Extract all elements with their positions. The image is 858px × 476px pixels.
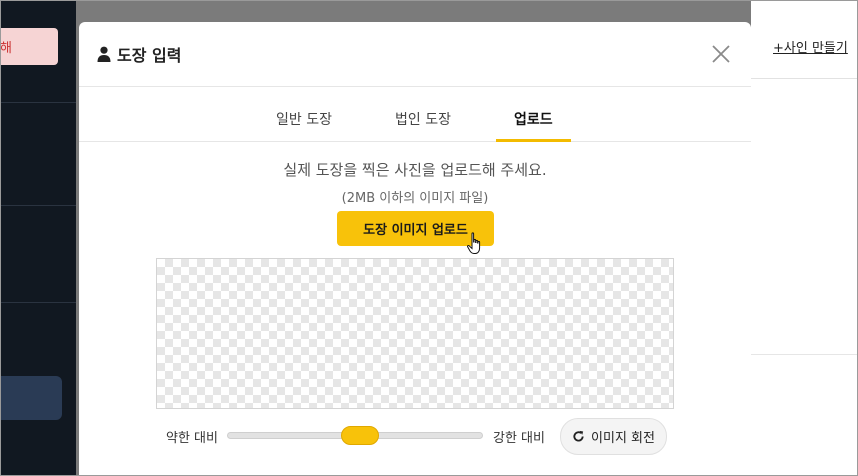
active-tab-indicator <box>496 139 571 142</box>
contrast-slider-thumb[interactable] <box>341 426 379 445</box>
tab-corporate-stamp[interactable]: 법인 도장 <box>395 109 451 129</box>
create-sign-link: +사인 만들기 <box>773 41 848 56</box>
stamp-tabs: 일반 도장 법인 도장 업로드 <box>79 87 751 142</box>
rotate-icon <box>573 430 584 442</box>
background-red-button-label: 해 <box>0 41 12 56</box>
background-divider <box>751 354 858 355</box>
sidebar-divider <box>0 302 76 303</box>
stamp-input-modal: 도장 입력 일반 도장 법인 도장 업로드 실제 도장을 찍은 사진을 업로드해… <box>79 22 751 476</box>
upload-instruction: 실제 도장을 찍은 사진을 업로드해 주세요. <box>283 161 547 179</box>
close-icon[interactable] <box>709 42 733 66</box>
contrast-controls: 약한 대비 강한 대비 이미지 회전 <box>79 418 751 458</box>
upload-stamp-image-button[interactable]: 도장 이미지 업로드 <box>337 211 494 246</box>
rotate-image-button[interactable]: 이미지 회전 <box>560 418 667 455</box>
tab-general-stamp[interactable]: 일반 도장 <box>276 109 332 129</box>
sidebar-divider <box>0 205 76 206</box>
background-divider <box>751 78 858 79</box>
modal-title-text: 도장 입력 <box>117 46 182 65</box>
user-icon <box>97 46 111 62</box>
sidebar-divider <box>0 102 76 103</box>
background-right-panel <box>751 0 858 476</box>
background-sidebar-item <box>0 376 62 420</box>
upload-size-limit: (2MB 이하의 이미지 파일) <box>341 191 489 206</box>
rotate-image-label: 이미지 회전 <box>591 431 655 446</box>
strong-contrast-label: 강한 대비 <box>493 431 545 446</box>
modal-title: 도장 입력 <box>97 42 181 66</box>
weak-contrast-label: 약한 대비 <box>166 431 218 446</box>
modal-header: 도장 입력 <box>79 22 751 87</box>
background-red-button: 해 <box>0 28 58 65</box>
tab-upload[interactable]: 업로드 <box>514 109 553 129</box>
stamp-image-preview <box>156 258 674 409</box>
